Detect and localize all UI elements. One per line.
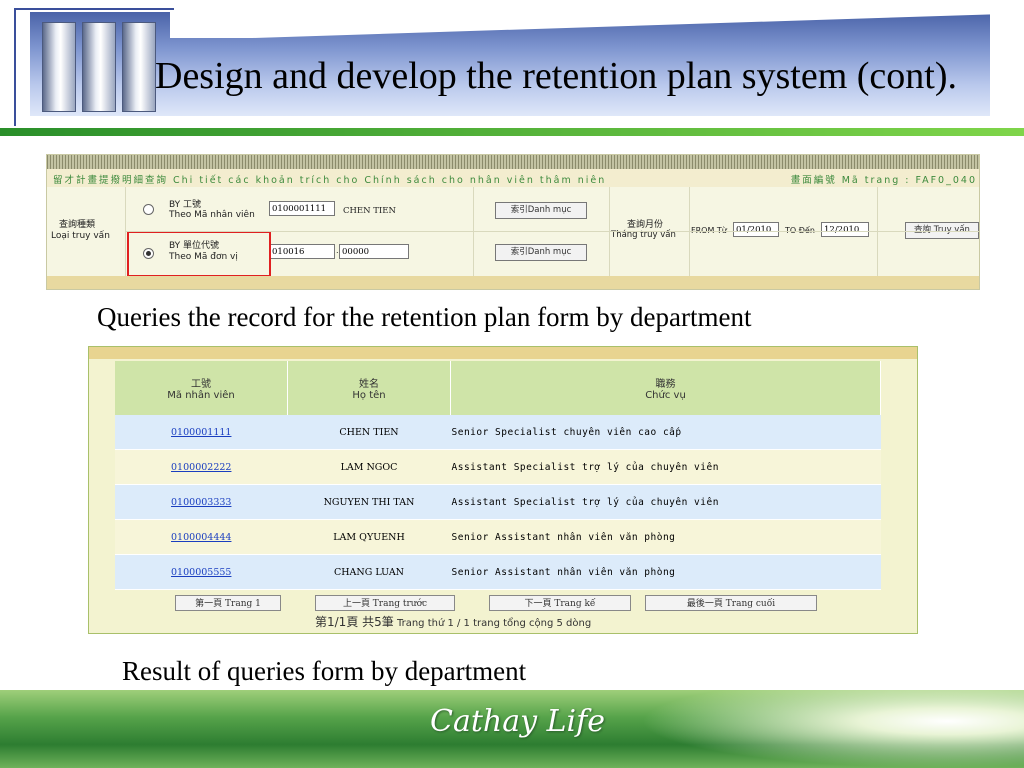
table-row: 0100004444 LAM QYUENH Senior Assistant n… xyxy=(115,519,881,555)
table-row: 0100002222 LAM NGOC Assistant Specialist… xyxy=(115,449,881,485)
employee-id-cell: 0100002222 xyxy=(115,449,288,485)
employee-id-link[interactable]: 0100002222 xyxy=(171,462,231,473)
employee-name-cell: LAM NGOC xyxy=(287,449,451,485)
query-type-vi: Loại truy vấn xyxy=(51,231,110,241)
column-header-position: 職務 Chức vụ xyxy=(450,361,881,415)
column-position-vi: Chức vụ xyxy=(645,390,686,401)
employee-id-input[interactable]: 0100001111 xyxy=(269,201,335,216)
logo-bar-icon xyxy=(42,22,76,112)
form-subtitle: 留才計畫提撥明細查詢 Chi tiết các khoản trích cho … xyxy=(53,175,607,186)
employee-id-link[interactable]: 0100005555 xyxy=(171,567,231,578)
query-month-zh: 查詢月份 xyxy=(627,220,664,230)
employee-name-cell: NGUYEN THI TAN xyxy=(287,484,451,520)
to-month-input[interactable]: 12/2010 xyxy=(821,222,869,237)
query-type-zh: 查詢種類 xyxy=(59,220,96,230)
index-button-employee[interactable]: 索引Danh mục xyxy=(495,202,587,219)
previous-page-button[interactable]: 上一頁 Trang trước xyxy=(315,595,455,611)
option-employee-label: Theo Mã nhân viên xyxy=(169,210,255,220)
employee-position-cell: Assistant Specialist trợ lý của chuyên v… xyxy=(450,484,881,520)
index-button-department[interactable]: 索引Danh mục xyxy=(495,244,587,261)
result-top-strip xyxy=(89,347,917,359)
employee-position-cell: Senior Specialist chuyên viên cao cấp xyxy=(450,415,881,450)
employee-position-cell: Assistant Specialist trợ lý của chuyên v… xyxy=(450,449,881,485)
employee-name-display: CHEN TIEN xyxy=(343,206,396,216)
result-table: 工號 Mã nhân viên 姓名 Họ tên 職務 Chức vụ 010… xyxy=(115,361,881,590)
employee-id-link[interactable]: 0100003333 xyxy=(171,497,231,508)
column-employee-id-vi: Mã nhân viên xyxy=(167,390,235,401)
caption-result: Result of queries form by department xyxy=(122,656,527,686)
pagination-info: 第1/1頁 共5筆 Trang thứ 1 / 1 trang tổng cộn… xyxy=(315,613,591,630)
column-name-vi: Họ tên xyxy=(352,390,386,401)
employee-name-cell: CHANG LUAN xyxy=(287,554,451,590)
employee-id-cell: 0100005555 xyxy=(115,554,288,590)
department-sub-input[interactable]: 00000 xyxy=(339,244,409,259)
employee-position-cell: Senior Assistant nhân viên văn phòng xyxy=(450,519,881,555)
from-month-input[interactable]: 01/2010 xyxy=(733,222,779,237)
pagination-info-vi: Trang thứ 1 / 1 trang tổng cộng 5 dòng xyxy=(396,618,592,629)
employee-name-cell: LAM QYUENH xyxy=(287,519,451,555)
employee-name-cell: CHEN TIEN xyxy=(287,415,451,450)
employee-id-cell: 0100004444 xyxy=(115,519,288,555)
next-page-button[interactable]: 下一頁 Trang kế xyxy=(489,595,631,611)
header-divider xyxy=(0,128,1024,136)
logo-bar-icon xyxy=(82,22,116,112)
table-row: 0100003333 NGUYEN THI TAN Assistant Spec… xyxy=(115,484,881,520)
employee-position-cell: Senior Assistant nhân viên văn phòng xyxy=(450,554,881,590)
table-row: 0100005555 CHANG LUAN Senior Assistant n… xyxy=(115,554,881,590)
footer-glow xyxy=(640,690,1024,768)
form-footer-strip xyxy=(47,276,979,289)
form-top-strip xyxy=(47,155,979,169)
department-code-input[interactable]: 010016 xyxy=(269,244,335,259)
radio-by-employee[interactable] xyxy=(143,204,154,215)
last-page-button[interactable]: 最後一頁 Trang cuối xyxy=(645,595,817,611)
query-type-cell: 查詢種類 Loại truy vấn xyxy=(47,187,126,276)
slide-title: Design and develop the retention plan sy… xyxy=(155,55,958,97)
employee-id-link[interactable]: 0100001111 xyxy=(171,427,231,438)
query-form: 留才計畫提撥明細查詢 Chi tiết các khoản trích cho … xyxy=(46,154,980,290)
row-divider xyxy=(125,231,979,232)
highlight-box xyxy=(127,231,271,277)
form-subtitle-bar: 留才計畫提撥明細查詢 Chi tiết các khoản trích cho … xyxy=(47,169,979,187)
result-panel: 工號 Mã nhân viên 姓名 Họ tên 職務 Chức vụ 010… xyxy=(88,346,918,634)
column-name-zh: 姓名 xyxy=(359,379,379,390)
caption-query: Queries the record for the retention pla… xyxy=(97,302,752,332)
logo-bar-icon xyxy=(122,22,156,112)
table-row: 0100001111 CHEN TIEN Senior Specialist c… xyxy=(115,415,881,450)
employee-id-link[interactable]: 0100004444 xyxy=(171,532,231,543)
column-employee-id-zh: 工號 xyxy=(191,379,211,390)
employee-id-cell: 0100001111 xyxy=(115,415,288,450)
employee-id-cell: 0100003333 xyxy=(115,484,288,520)
page-code: 畫面編號 Mã trang : FAF0_040 xyxy=(790,175,977,186)
column-header-name: 姓名 Họ tên xyxy=(287,361,451,415)
first-page-button[interactable]: 第一頁 Trang 1 xyxy=(175,595,281,611)
column-header-employee-id: 工號 Mã nhân viên xyxy=(115,361,288,415)
pagination-info-zh: 第1/1頁 共5筆 xyxy=(315,615,394,629)
column-position-zh: 職務 xyxy=(655,379,676,390)
brand-logo: Cathay Life xyxy=(430,704,605,739)
option-employee-code: BY 工號 xyxy=(169,200,202,210)
